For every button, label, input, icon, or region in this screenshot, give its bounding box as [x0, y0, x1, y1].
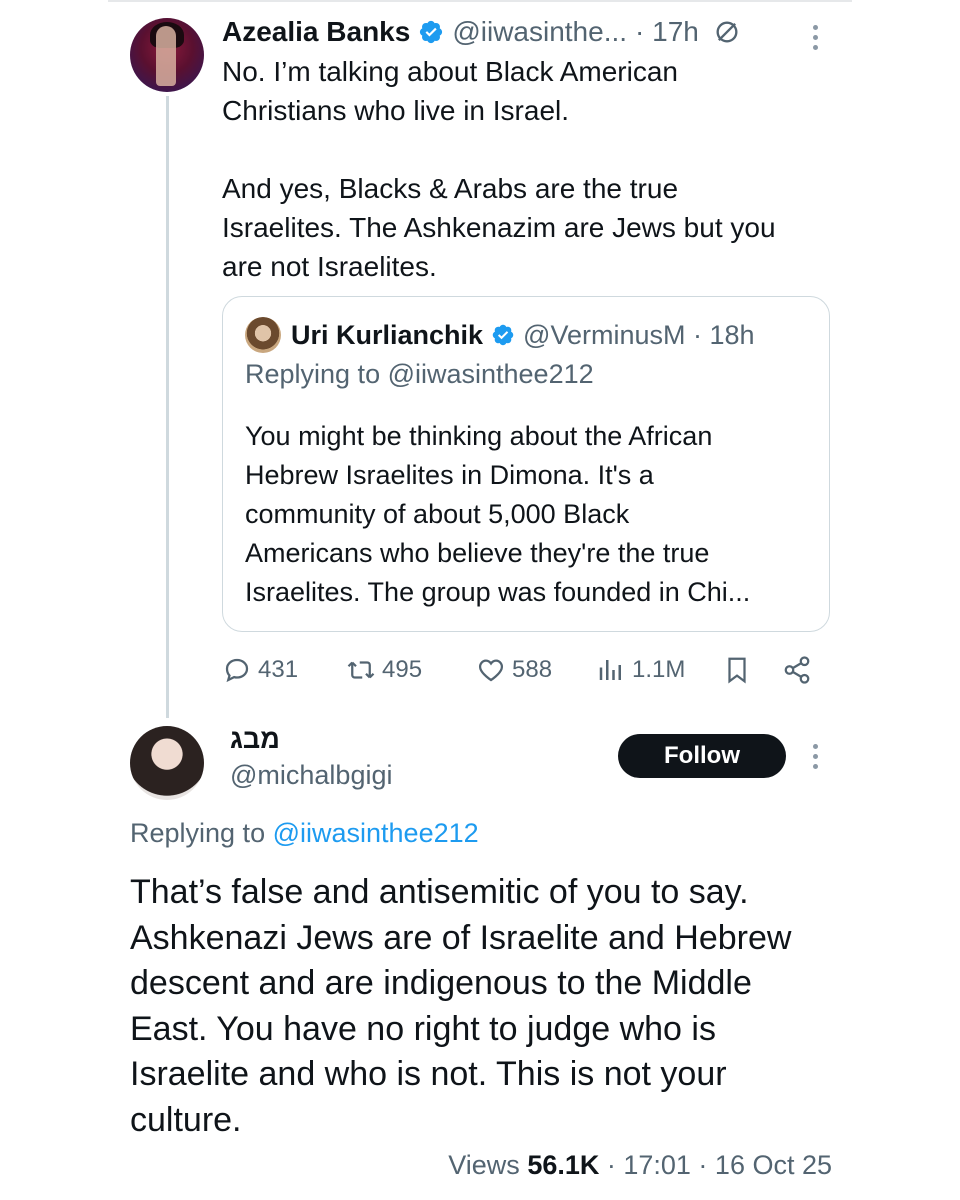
- quoted-line: Israelites. The group was founded in Chi…: [245, 577, 751, 607]
- avatar[interactable]: [130, 726, 204, 800]
- quoted-line: Hebrew Israelites in Dimona. It's a: [245, 460, 654, 490]
- quoted-author-handle: @VerminusM · 18h: [523, 319, 755, 350]
- follow-button[interactable]: Follow: [618, 734, 786, 778]
- share-icon: [784, 656, 810, 684]
- analytics-icon: [599, 660, 621, 680]
- repost-button[interactable]: 495: [346, 650, 422, 690]
- tweet-text: No. I’m talking about Black American Chr…: [222, 52, 832, 286]
- replying-to: Replying to @iiwasinthee212: [130, 818, 479, 849]
- quoted-line: Americans who believe they're the true: [245, 538, 710, 568]
- tweet-line: East. You have no right to judge who is: [130, 1009, 716, 1048]
- quoted-replying-to: Replying to @iiwasinthee212: [245, 359, 594, 389]
- repost-count: 495: [382, 656, 423, 683]
- quoted-author-name: Uri Kurlianchik: [291, 319, 484, 350]
- quoted-line: You might be thinking about the African: [245, 421, 713, 451]
- author-handle[interactable]: @michalbgigi: [230, 760, 392, 791]
- timestamp: · 17:01 · 16 Oct 25: [599, 1150, 832, 1180]
- replying-to-label: Replying to: [130, 818, 273, 848]
- repost-icon: [347, 661, 375, 679]
- quoted-tweet-text: You might be thinking about the African …: [245, 417, 815, 612]
- bookmark-button[interactable]: [722, 650, 752, 690]
- tweet-line: Israelites. The Ashkenazim are Jews but …: [222, 212, 776, 243]
- reply-count: 431: [258, 656, 299, 683]
- views-label: Views: [448, 1150, 528, 1180]
- tweet-line: are not Israelites.: [222, 251, 437, 282]
- like-count: 588: [512, 656, 553, 683]
- author-handle[interactable]: @iiwasinthe...: [452, 16, 627, 48]
- bookmark-icon: [728, 657, 746, 684]
- tweet-text: That’s false and antisemitic of you to s…: [130, 870, 830, 1143]
- reply-button[interactable]: 431: [222, 650, 298, 690]
- heart-icon: [478, 659, 504, 682]
- tweet-meta: Views 56.1K · 17:01 · 16 Oct 25: [448, 1150, 832, 1181]
- tweet-actions: 431 495 588 1.1M: [222, 650, 822, 690]
- thread-line: [166, 96, 169, 718]
- tweet-line: Israelite and who is not. This is not yo…: [130, 1055, 727, 1093]
- tweet-line: culture.: [130, 1100, 242, 1139]
- like-button[interactable]: 588: [476, 650, 552, 690]
- tweet-line: Christians who live in Israel.: [222, 95, 570, 126]
- grok-icon[interactable]: [713, 18, 741, 46]
- views-count[interactable]: 56.1K: [527, 1150, 599, 1180]
- views-button[interactable]: 1.1M: [596, 650, 685, 690]
- quoted-tweet-card[interactable]: Uri Kurlianchik @VerminusM · 18h Replyin…: [222, 296, 830, 632]
- quoted-tweet-header: Uri Kurlianchik @VerminusM · 18h: [245, 317, 755, 353]
- tweet-header: Azealia Banks @iiwasinthe... · 17h: [222, 14, 741, 50]
- tweet-line: No. I’m talking about Black American: [222, 56, 678, 87]
- more-options-icon[interactable]: [811, 25, 819, 50]
- replying-to-link[interactable]: @iiwasinthee212: [273, 818, 479, 848]
- reply-icon: [225, 658, 249, 683]
- tweet-line: descent and are indigenous to the Middle: [130, 964, 752, 1002]
- verified-badge-icon: [420, 20, 443, 44]
- quoted-line: community of about 5,000 Black: [245, 499, 630, 529]
- tweet-line: That’s false and antisemitic of you to s…: [130, 873, 749, 911]
- author-name[interactable]: Azealia Banks: [222, 16, 410, 48]
- post-time[interactable]: · 17h: [635, 16, 699, 48]
- verified-badge-icon: [492, 324, 514, 346]
- tweet-line: Ashkenazi Jews are of Israelite and Hebr…: [130, 918, 792, 957]
- author-name[interactable]: מבג: [230, 724, 280, 755]
- top-divider: [108, 0, 852, 2]
- tweet-line: And yes, Blacks & Arabs are the true: [222, 173, 679, 204]
- views-count: 1.1M: [632, 656, 686, 683]
- share-button[interactable]: [782, 650, 812, 690]
- avatar[interactable]: [130, 18, 204, 92]
- quoted-avatar: [245, 317, 281, 353]
- more-options-icon[interactable]: [811, 744, 819, 769]
